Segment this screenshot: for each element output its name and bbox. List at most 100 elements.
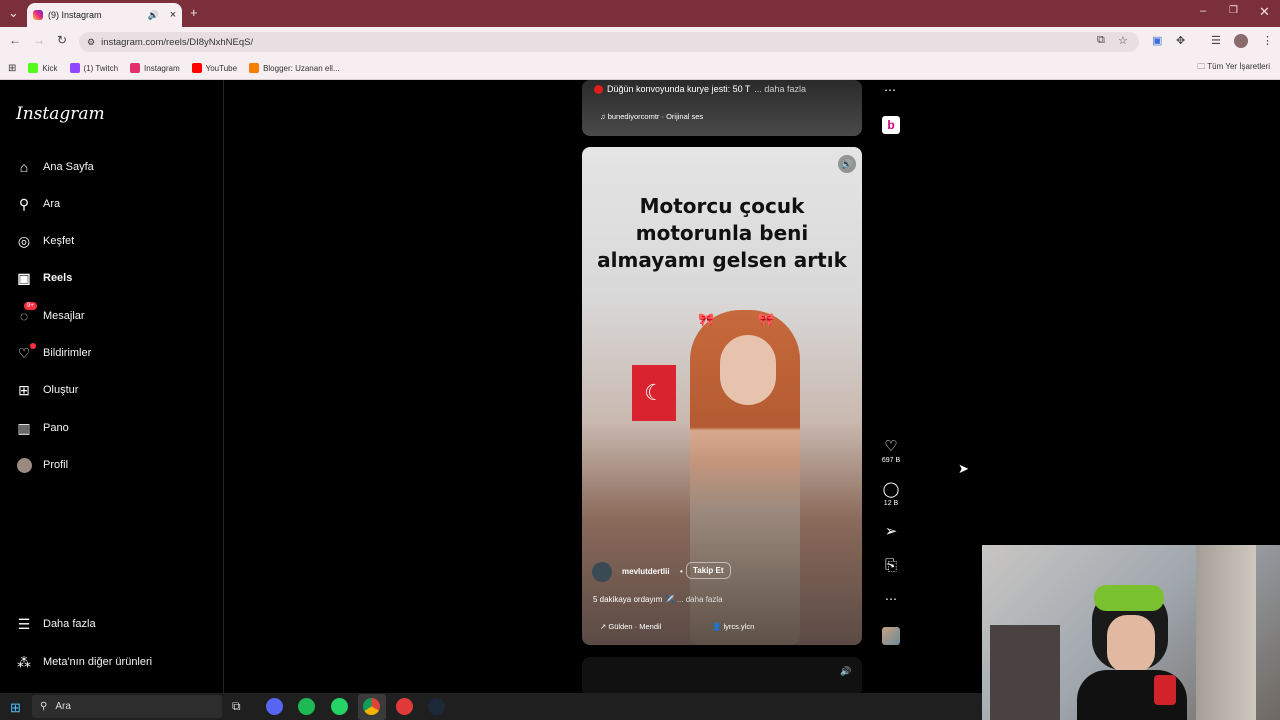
- pink-bow: 🎀: [698, 312, 715, 327]
- bookmarks-bar: ⊞ Kick (1) Twitch Instagram YouTube Blog…: [0, 57, 1280, 80]
- compass-icon: ◎: [17, 232, 31, 249]
- sidebar-item-reels[interactable]: ▣ Reels: [16, 270, 72, 286]
- chrome-icon[interactable]: [363, 698, 380, 715]
- translate-icon[interactable]: ▣: [1152, 34, 1162, 47]
- sidebar-item-profile[interactable]: Profil: [16, 457, 68, 473]
- address-bar[interactable]: ⚙ instagram.com/reels/DI8yNxhNEqS/: [79, 32, 1139, 52]
- instagram-logo[interactable]: Instagram: [16, 104, 105, 124]
- more-options-icon[interactable]: ⋯: [884, 83, 896, 97]
- pink-bow: 🎀: [758, 312, 775, 327]
- shelf: [1196, 545, 1256, 720]
- share-button[interactable]: ➢: [880, 522, 902, 540]
- home-icon: ⌂: [19, 159, 29, 175]
- reload-icon[interactable]: ↻: [57, 33, 67, 47]
- like-button[interactable]: ♡ 697 B: [880, 437, 902, 464]
- avatar[interactable]: [592, 562, 612, 582]
- all-bookmarks[interactable]: 🗀 Tüm Yer İşaretleri: [1197, 61, 1270, 75]
- face: [1107, 615, 1155, 673]
- sidebar-item-create[interactable]: ⊞ Oluştur: [16, 382, 78, 398]
- search-icon: ⚲: [18, 195, 30, 212]
- meta-apps-icon: ⁂: [17, 653, 31, 670]
- menu-icon: ☰: [17, 615, 31, 632]
- install-app-icon[interactable]: ⧉: [1097, 34, 1105, 47]
- kick-icon: [28, 63, 39, 73]
- folder-icon: 🗀: [1197, 62, 1206, 71]
- bookmark-twitch[interactable]: (1) Twitch: [69, 63, 118, 73]
- bookmark-instagram[interactable]: Instagram: [130, 63, 180, 73]
- previous-reel-audio[interactable]: ♫ bunediyorcomtr · Orijinal ses: [600, 112, 703, 121]
- music-note-icon: ♫: [600, 112, 606, 121]
- username[interactable]: mevlutdertlii: [622, 567, 670, 576]
- task-view-icon[interactable]: ⧉: [232, 699, 241, 714]
- site-info-icon[interactable]: ⚙: [87, 37, 95, 48]
- windows-start-icon[interactable]: ⊞: [10, 700, 21, 716]
- close-tab-icon[interactable]: ×: [164, 9, 182, 21]
- turkish-flag: ☾: [632, 365, 676, 421]
- apps-grid-icon[interactable]: ⊞: [8, 63, 16, 74]
- tab-instagram[interactable]: (9) Instagram 🔊 ×: [27, 3, 182, 27]
- search-icon: ⚲: [40, 701, 48, 712]
- bookmark-kick[interactable]: Kick: [28, 63, 58, 73]
- messages-badge: 9+: [24, 302, 37, 310]
- tab-title: (9) Instagram: [48, 10, 102, 20]
- more-link[interactable]: ... daha fazla: [677, 595, 723, 604]
- more-options-icon: ⋯: [885, 592, 897, 606]
- heart-icon: ♡: [884, 438, 898, 455]
- webcam-overlay: [982, 545, 1280, 720]
- separator-dot: •: [680, 567, 683, 576]
- more-link[interactable]: ... daha fazla: [754, 84, 806, 94]
- tab-list-button[interactable]: ⌄: [8, 5, 19, 21]
- comment-icon: ◯: [882, 481, 900, 498]
- more-options-button[interactable]: ⋯: [880, 592, 902, 606]
- plus-square-icon: ⊞: [18, 381, 30, 398]
- save-button[interactable]: ⎘: [880, 557, 902, 574]
- next-reel[interactable]: [582, 657, 862, 697]
- previous-reel-caption: Düğün konvoyunda kurye jesti: 50 T ... d…: [594, 84, 806, 94]
- reels-icon: ▣: [17, 269, 31, 286]
- tagged-user[interactable]: 👤 lyrcs.ylcn: [712, 622, 754, 631]
- spotify-icon[interactable]: [298, 698, 315, 715]
- sidebar-item-explore[interactable]: ◎ Keşfet: [16, 233, 74, 249]
- taskbar-search[interactable]: ⚲ Ara: [32, 695, 222, 718]
- audio-thumbnail[interactable]: [882, 627, 900, 645]
- restore-button[interactable]: ❐: [1229, 5, 1238, 16]
- menu-kebab-icon[interactable]: ⋮: [1262, 34, 1273, 47]
- bookmark-youtube[interactable]: YouTube: [191, 63, 237, 73]
- new-tab-button[interactable]: +: [190, 5, 198, 20]
- sidebar-more[interactable]: ☰ Daha fazla: [16, 616, 96, 632]
- sidebar-item-search[interactable]: ⚲ Ara: [16, 196, 60, 212]
- speaker-icon[interactable]: 🔊: [148, 10, 159, 21]
- minimize-button[interactable]: –: [1200, 5, 1206, 17]
- comment-button[interactable]: ◯ 12 B: [880, 480, 902, 507]
- obs-icon[interactable]: [396, 698, 413, 715]
- speaker-icon[interactable]: 🔊: [840, 666, 851, 677]
- back-icon[interactable]: ←: [9, 33, 21, 47]
- sidebar-item-messages[interactable]: ◌ 9+ Mesajlar: [16, 302, 85, 324]
- speaker-icon[interactable]: 🔊: [838, 155, 856, 173]
- audio-thumbnail[interactable]: b: [882, 116, 900, 134]
- messenger-icon: ◌ 9+: [16, 302, 37, 324]
- forward-icon[interactable]: →: [33, 33, 45, 47]
- sidebar-item-home[interactable]: ⌂ Ana Sayfa: [16, 159, 94, 175]
- whatsapp-icon[interactable]: [331, 698, 348, 715]
- reel-caption: 5 dakikaya ordayım ✈️ ... daha fazla: [593, 595, 723, 604]
- blogger-icon: [249, 63, 260, 73]
- bookmark-star-icon[interactable]: ☆: [1118, 34, 1128, 47]
- reel-audio[interactable]: ↗ Gülden · Mendil: [600, 622, 661, 631]
- profile-avatar[interactable]: [1234, 34, 1248, 48]
- extensions-icon[interactable]: ✥: [1176, 34, 1185, 47]
- instagram-favicon-icon: [33, 10, 43, 20]
- steam-icon[interactable]: [428, 698, 445, 715]
- discord-icon[interactable]: [266, 698, 283, 715]
- sidebar-meta-products[interactable]: ⁂ Meta'nın diğer ürünleri: [16, 654, 152, 670]
- media-controls-icon[interactable]: ☰: [1211, 34, 1221, 47]
- close-window-button[interactable]: ✕: [1259, 4, 1270, 20]
- reel-overlay-text: Motorcu çocuk motorunla beni almayamı ge…: [597, 194, 847, 272]
- bookmark-blogger[interactable]: Blogger: Uzanan ell...: [249, 63, 340, 73]
- sidebar-item-dashboard[interactable]: ▥ Pano: [16, 420, 68, 436]
- furniture: [990, 625, 1060, 720]
- notification-dot: [30, 343, 36, 349]
- sidebar-item-notifications[interactable]: ♡ Bildirimler: [16, 343, 91, 361]
- follow-button[interactable]: Takip Et: [686, 562, 731, 579]
- twitch-icon: [69, 63, 80, 73]
